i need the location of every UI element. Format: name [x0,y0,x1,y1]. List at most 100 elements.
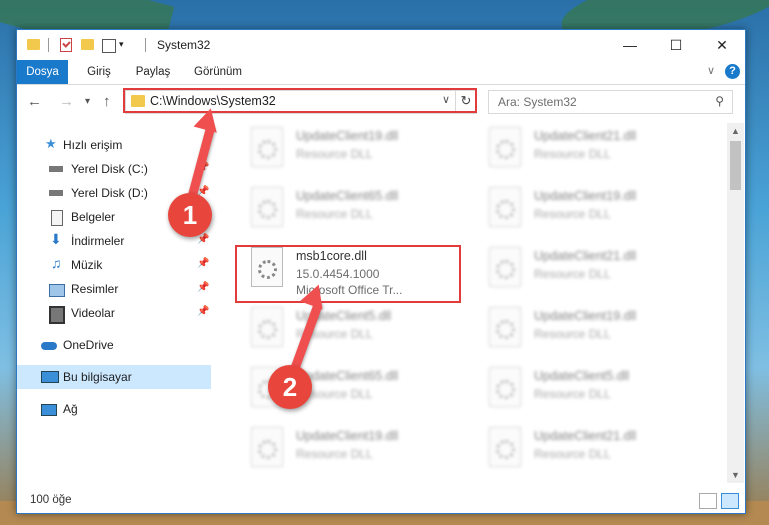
sidebar-item-music[interactable]: ♫ Müzik 📌 [17,253,211,277]
ribbon: Dosya Giriş Paylaş Görünüm ∨ ? [17,60,745,85]
drive-icon [49,166,63,172]
step-badge-2: 2 [268,365,312,409]
file-list: UpdateClient19.dll Resource DLL UpdateCl… [229,123,724,483]
sidebar-item-onedrive[interactable]: OneDrive [17,333,211,357]
file-item[interactable]: UpdateClient19.dll Resource DLL [477,183,707,243]
sidebar-item-quick-access[interactable]: ★ Hızlı erişim [17,133,211,157]
file-name: UpdateClient21.dll [534,249,637,263]
pin-icon: 📌 [197,306,210,317]
file-name: UpdateClient21.dll [534,129,637,143]
expand-ribbon-icon[interactable]: ∨ [707,64,715,77]
sidebar-item-label: Videolar [71,306,115,320]
file-description: Resource DLL [534,207,611,221]
network-icon [41,404,57,416]
sidebar-item-pictures[interactable]: Resimler 📌 [17,277,211,301]
sidebar-item-label: Hızlı erişim [63,138,123,152]
dll-file-icon [251,187,283,227]
dll-file-icon [251,307,283,347]
navigation-pane: ★ Hızlı erişim Yerel Disk (C:) 📌 Yerel D… [17,123,211,483]
pin-icon: 📌 [197,234,210,245]
dll-file-icon [489,307,521,347]
minimize-button[interactable]: — [607,30,653,60]
sidebar-item-network[interactable]: Ağ [17,397,211,421]
sidebar-item-local-disk-c[interactable]: Yerel Disk (C:) 📌 [17,157,211,181]
tab-view[interactable]: Görünüm [187,60,249,84]
close-button[interactable]: ✕ [699,30,745,60]
help-icon[interactable]: ? [725,64,740,79]
item-count: 100 öğe [30,494,72,506]
search-box[interactable]: Ara: System32 ⚲ [488,90,733,114]
file-highlight-box [235,245,461,303]
pictures-icon [49,284,65,297]
file-description: Resource DLL [534,387,611,401]
star-icon: ★ [45,136,57,151]
dll-file-icon [489,367,521,407]
file-item[interactable]: UpdateClient21.dll Resource DLL [477,123,707,183]
window-title: System32 [157,38,211,52]
file-item[interactable]: UpdateClient19.dll Resource DLL [477,303,707,363]
file-item[interactable]: UpdateClient65.dll Resource DLL [239,183,469,243]
new-folder-icon[interactable] [81,39,94,50]
file-item[interactable]: UpdateClient21.dll Resource DLL [477,423,707,483]
sidebar-item-label: Müzik [71,258,103,272]
title-bar: ▾ System32 — ☐ ✕ [17,30,745,60]
up-arrow-icon[interactable]: ↑ [103,93,111,110]
maximize-button[interactable]: ☐ [653,30,699,60]
dll-file-icon [489,187,521,227]
details-view-icon[interactable] [699,493,717,509]
pin-icon: 📌 [197,258,210,269]
scrollbar-thumb[interactable] [730,141,741,190]
file-name: UpdateClient65.dll [296,189,399,203]
dll-file-icon [251,427,283,467]
separator [48,38,49,52]
scroll-up-icon[interactable]: ▲ [727,123,744,139]
customize-icon[interactable] [102,39,116,53]
scroll-down-icon[interactable]: ▼ [727,467,744,483]
sidebar-item-label: Ağ [63,402,78,416]
file-item[interactable]: UpdateClient19.dll Resource DLL [239,123,469,183]
recent-chevron-icon[interactable]: ▾ [85,96,90,107]
tab-file[interactable]: Dosya [17,60,68,84]
file-name: UpdateClient19.dll [296,129,399,143]
large-icons-view-icon[interactable] [721,493,739,509]
step-badge-1: 1 [168,193,212,237]
file-description: Resource DLL [534,147,611,161]
properties-check-icon[interactable] [60,38,72,52]
file-name: UpdateClient21.dll [534,429,637,443]
sidebar-item-label: Bu bilgisayar [63,370,132,384]
search-input[interactable]: Ara: System32 [498,95,577,109]
download-icon: ⬇ [50,231,62,247]
back-arrow-icon[interactable]: ← [27,93,42,110]
file-description: Resource DLL [296,207,373,221]
dll-file-icon [251,127,283,167]
sidebar-item-label: Belgeler [71,210,116,224]
file-description: Resource DLL [534,267,611,281]
forward-arrow-icon[interactable]: → [59,93,74,110]
file-item[interactable]: UpdateClient5.dll Resource DLL [239,303,469,363]
sidebar-item-this-pc[interactable]: Bu bilgisayar [17,365,211,389]
status-bar: 100 öğe [17,487,745,513]
tab-home[interactable]: Giriş [79,60,119,84]
pin-icon: 📌 [197,282,210,293]
sidebar-item-label: Resimler [71,282,119,296]
videos-icon [49,306,65,324]
dll-file-icon [489,427,521,467]
file-description: Resource DLL [534,447,611,461]
search-icon[interactable]: ⚲ [715,94,724,108]
file-item[interactable]: UpdateClient19.dll Resource DLL [239,423,469,483]
vertical-scrollbar[interactable]: ▲ ▼ [727,123,744,483]
dll-file-icon [489,247,521,287]
file-name: UpdateClient19.dll [534,189,637,203]
file-name: UpdateClient19.dll [296,429,399,443]
chevron-down-icon[interactable]: ▾ [119,39,124,53]
folder-icon [27,39,40,50]
tab-share[interactable]: Paylaş [129,60,177,84]
computer-icon [41,371,59,383]
file-description: Resource DLL [296,147,373,161]
sidebar-item-label: Yerel Disk (C:) [71,162,148,176]
file-item[interactable]: UpdateClient5.dll Resource DLL [477,363,707,423]
sidebar-item-label: İndirmeler [71,234,125,248]
sidebar-item-videos[interactable]: Videolar 📌 [17,301,211,325]
sidebar-item-label: OneDrive [63,338,114,352]
file-item[interactable]: UpdateClient21.dll Resource DLL [477,243,707,303]
